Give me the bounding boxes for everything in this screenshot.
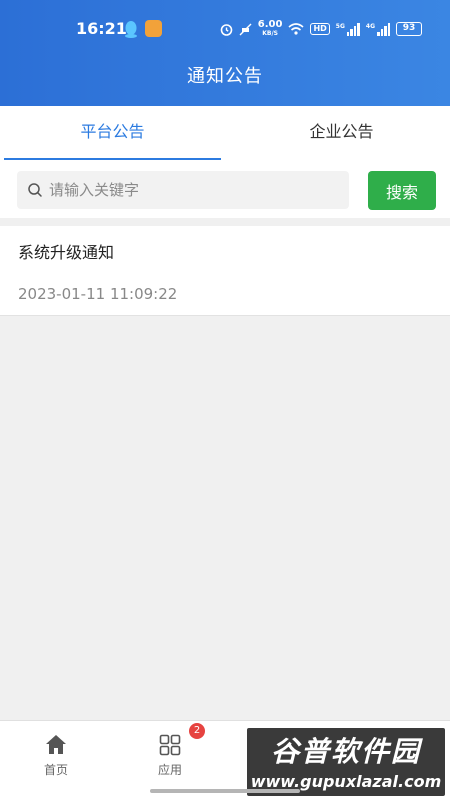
signal-1-label: 5G xyxy=(335,22,345,30)
apps-badge: 2 xyxy=(189,723,205,739)
grid-icon xyxy=(159,734,181,756)
list-item[interactable]: 系统升级通知 2023-01-11 11:09:22 xyxy=(0,226,450,316)
status-time: 16:21 xyxy=(76,19,127,38)
search-bar: 搜索 xyxy=(0,160,450,218)
watermark-logo: 谷普软件园 www.gupuxlazal.com xyxy=(247,728,445,796)
battery-icon: 93 xyxy=(396,22,422,36)
tab-enterprise-notices[interactable]: 企业公告 xyxy=(233,106,450,160)
search-button[interactable]: 搜索 xyxy=(368,171,436,210)
hd-badge: HD xyxy=(310,23,330,35)
app-notification-icon xyxy=(145,20,162,37)
search-icon xyxy=(28,183,42,197)
network-speed: 6.00 KB/S xyxy=(258,20,283,38)
nav-label-home: 首页 xyxy=(43,763,68,777)
app-header: 16:21 6.00 KB/S HD 5G 4G 93 通知公告 xyxy=(0,0,450,106)
home-icon xyxy=(46,735,66,754)
nav-item-home[interactable]: 首页 xyxy=(0,721,112,791)
watermark-brand: 谷普软件园 xyxy=(270,735,421,768)
status-indicators: 6.00 KB/S HD 5G 4G 93 xyxy=(220,20,422,38)
notice-list: 系统升级通知 2023-01-11 11:09:22 xyxy=(0,226,450,316)
qq-icon xyxy=(125,21,137,38)
home-indicator[interactable] xyxy=(150,789,300,793)
search-box[interactable] xyxy=(17,171,349,209)
mute-icon xyxy=(239,23,252,35)
status-bar: 16:21 6.00 KB/S HD 5G 4G 93 xyxy=(0,18,450,42)
notice-title: 系统升级通知 xyxy=(18,243,115,262)
wifi-icon xyxy=(288,23,304,35)
signal-icon-2: 4G xyxy=(365,22,390,36)
network-speed-unit: KB/S xyxy=(262,30,278,37)
page-title: 通知公告 xyxy=(187,66,263,87)
tab-bar: 平台公告 企业公告 xyxy=(0,106,450,160)
signal-icon: 5G xyxy=(335,22,360,36)
search-input[interactable] xyxy=(49,171,339,209)
alarm-icon xyxy=(220,23,233,36)
signal-2-label: 4G xyxy=(365,22,375,30)
tab-platform-notices[interactable]: 平台公告 xyxy=(4,106,221,160)
notice-time: 2023-01-11 11:09:22 xyxy=(18,285,178,303)
nav-label-apps: 应用 xyxy=(157,763,182,777)
network-speed-value: 6.00 xyxy=(257,19,283,30)
nav-item-apps[interactable]: 2 应用 xyxy=(114,721,226,791)
